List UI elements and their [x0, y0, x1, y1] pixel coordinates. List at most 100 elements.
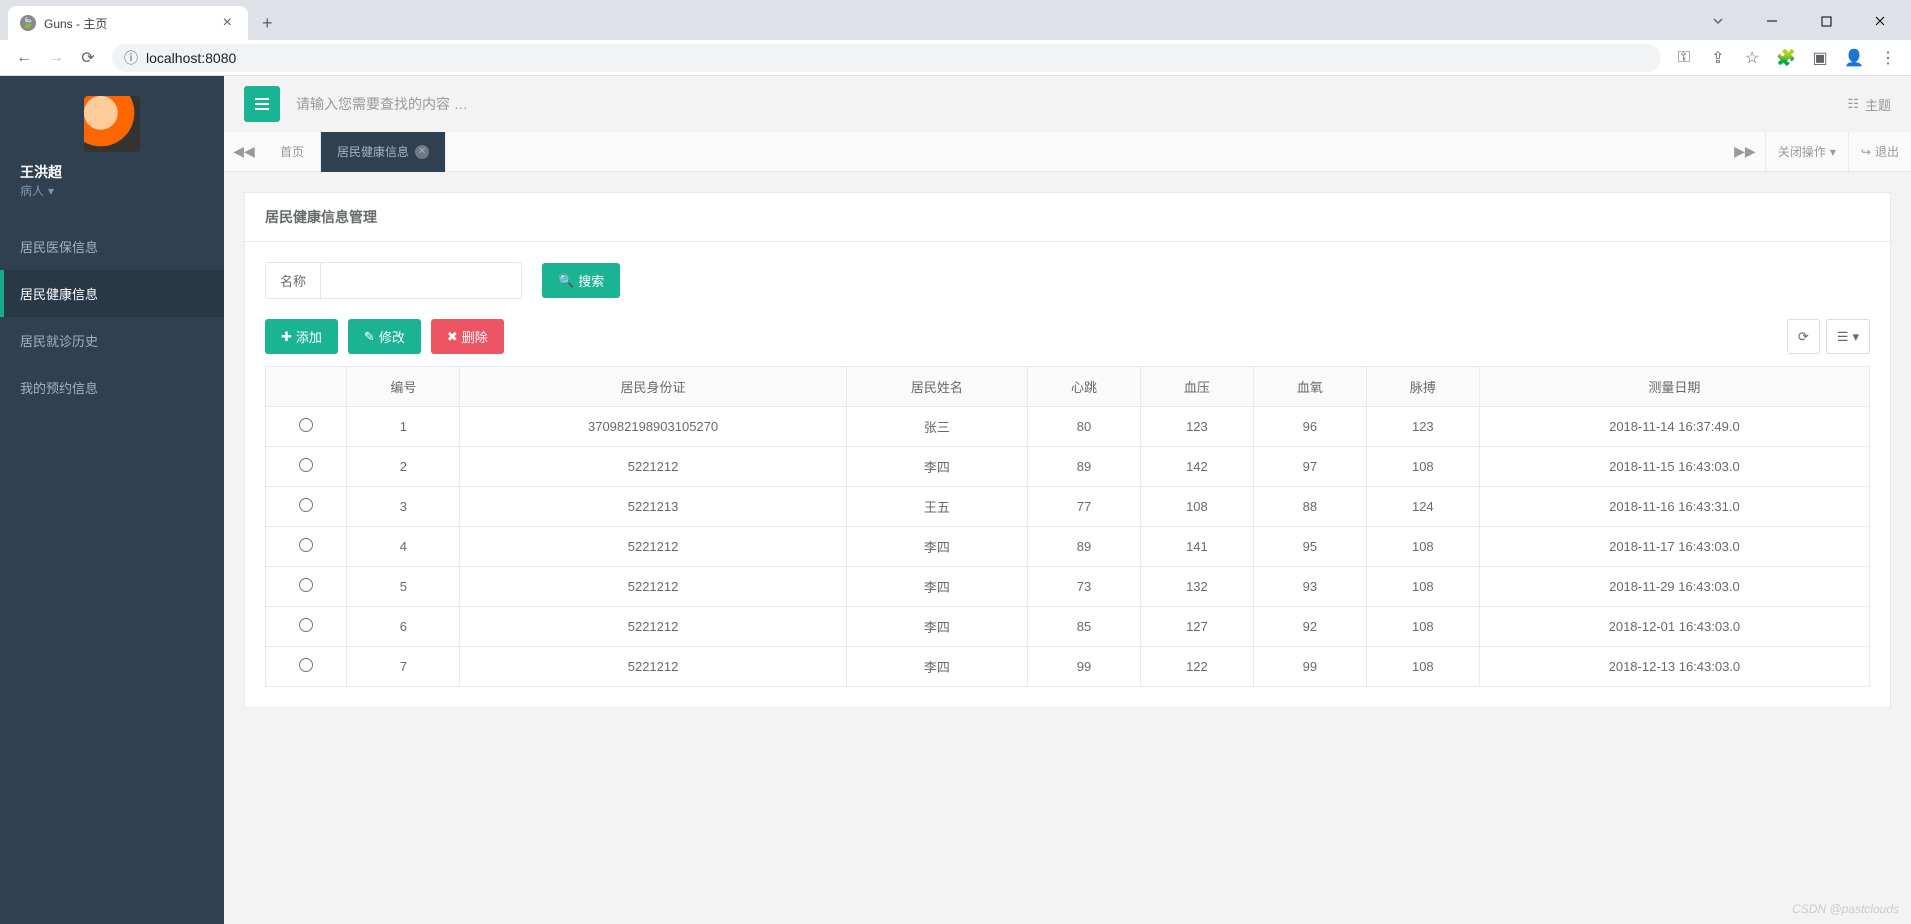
bookmark-icon[interactable]: ☆	[1737, 42, 1767, 74]
table-header-2[interactable]: 居民姓名	[846, 367, 1027, 407]
row-select-radio[interactable]	[299, 498, 313, 512]
window-close-button[interactable]	[1857, 6, 1903, 36]
profile-icon[interactable]: 👤	[1839, 42, 1869, 74]
window-maximize-button[interactable]	[1803, 6, 1849, 36]
cell-heart: 85	[1027, 607, 1140, 647]
table-header-4[interactable]: 血压	[1140, 367, 1253, 407]
cell-name: 张三	[846, 407, 1027, 447]
window-dropdown-icon[interactable]	[1695, 6, 1741, 36]
tab-scroll-right-icon[interactable]: ▶▶	[1725, 143, 1765, 160]
table-row[interactable]: 25221212李四89142971082018-11-15 16:43:03.…	[266, 447, 1870, 487]
back-button[interactable]: ←	[8, 42, 40, 74]
table-row[interactable]: 35221213王五77108881242018-11-16 16:43:31.…	[266, 487, 1870, 527]
cell-idcard: 5221212	[460, 447, 846, 487]
table-header-select	[266, 367, 347, 407]
content: 居民健康信息管理 名称 🔍 搜索 ✚	[224, 172, 1911, 924]
name-input-group: 名称	[265, 262, 522, 299]
role-dropdown[interactable]: 病人 ▾	[20, 182, 204, 199]
table-row[interactable]: 1370982198903105270张三80123961232018-11-1…	[266, 407, 1870, 447]
table-header-0[interactable]: 编号	[347, 367, 460, 407]
sidebar-item-2[interactable]: 居民就诊历史	[0, 317, 224, 364]
cell-idcard: 370982198903105270	[460, 407, 846, 447]
extensions-icon[interactable]: 🧩	[1771, 42, 1801, 74]
chevron-down-icon: ▾	[1830, 145, 1836, 159]
cell-spo2: 96	[1253, 407, 1366, 447]
topbar: 请输入您需要查找的内容 … ☷ 主题	[224, 76, 1911, 132]
reading-list-icon[interactable]: ▣	[1805, 42, 1835, 74]
cell-idcard: 5221212	[460, 607, 846, 647]
new-tab-button[interactable]: +	[248, 6, 287, 40]
sidebar-item-1[interactable]: 居民健康信息	[0, 270, 224, 317]
table-header-3[interactable]: 心跳	[1027, 367, 1140, 407]
row-select-radio[interactable]	[299, 618, 313, 632]
row-select-cell	[266, 567, 347, 607]
table-header-7[interactable]: 测量日期	[1479, 367, 1869, 407]
forward-button[interactable]: →	[40, 42, 72, 74]
menu-icon[interactable]: ⋮	[1873, 42, 1903, 74]
sidebar-item-0[interactable]: 居民医保信息	[0, 223, 224, 270]
name-input[interactable]	[321, 265, 521, 296]
cell-date: 2018-11-17 16:43:03.0	[1479, 527, 1869, 567]
cell-bp: 123	[1140, 407, 1253, 447]
theme-button[interactable]: ☷ 主题	[1847, 95, 1891, 114]
sidebar-item-3[interactable]: 我的预约信息	[0, 364, 224, 411]
password-icon[interactable]: ⚿	[1669, 42, 1699, 74]
toggle-sidebar-button[interactable]	[244, 86, 280, 122]
cell-name: 王五	[846, 487, 1027, 527]
tab-scroll-left-icon[interactable]: ◀◀	[224, 143, 264, 160]
cell-date: 2018-12-13 16:43:03.0	[1479, 647, 1869, 687]
table-header-5[interactable]: 血氧	[1253, 367, 1366, 407]
cell-pulse: 108	[1366, 567, 1479, 607]
delete-button[interactable]: ✖ 删除	[431, 319, 504, 354]
tab-close-icon[interactable]: ✕	[415, 145, 429, 159]
share-icon[interactable]: ⇪	[1703, 42, 1733, 74]
search-icon: 🔍	[558, 273, 574, 289]
url-field[interactable]: ⓘ localhost:8080	[112, 44, 1661, 72]
browser-tab[interactable]: 🍃 Guns - 主页 ×	[8, 6, 248, 40]
row-select-cell	[266, 647, 347, 687]
columns-dropdown-button[interactable]: ☰ ▾	[1826, 319, 1870, 354]
row-select-cell	[266, 607, 347, 647]
chevron-down-icon: ▾	[1852, 329, 1859, 345]
table-row[interactable]: 45221212李四89141951082018-11-17 16:43:03.…	[266, 527, 1870, 567]
theme-icon: ☷	[1847, 96, 1859, 112]
refresh-table-button[interactable]: ⟳	[1787, 319, 1820, 354]
cell-name: 李四	[846, 647, 1027, 687]
tab-health-label: 居民健康信息	[337, 143, 409, 160]
window-minimize-button[interactable]	[1749, 6, 1795, 36]
site-info-icon[interactable]: ⓘ	[124, 48, 138, 68]
search-row: 名称 🔍 搜索	[265, 262, 1870, 299]
table-header-1[interactable]: 居民身份证	[460, 367, 846, 407]
table-header-row: 编号居民身份证居民姓名心跳血压血氧脉搏测量日期	[266, 367, 1870, 407]
table-header-6[interactable]: 脉搏	[1366, 367, 1479, 407]
cell-heart: 80	[1027, 407, 1140, 447]
reload-button[interactable]: ⟳	[72, 42, 104, 74]
search-button[interactable]: 🔍 搜索	[542, 263, 620, 298]
global-search-input[interactable]: 请输入您需要查找的内容 …	[296, 94, 1831, 114]
row-select-radio[interactable]	[299, 458, 313, 472]
table-row[interactable]: 75221212李四99122991082018-12-13 16:43:03.…	[266, 647, 1870, 687]
table-row[interactable]: 65221212李四85127921082018-12-01 16:43:03.…	[266, 607, 1870, 647]
edit-button[interactable]: ✎ 修改	[348, 319, 421, 354]
row-select-radio[interactable]	[299, 538, 313, 552]
row-select-radio[interactable]	[299, 418, 313, 432]
cell-name: 李四	[846, 447, 1027, 487]
cell-spo2: 95	[1253, 527, 1366, 567]
logout-button[interactable]: ↪ 退出	[1848, 132, 1911, 172]
address-bar: ← → ⟳ ⓘ localhost:8080 ⚿ ⇪ ☆ 🧩 ▣ 👤 ⋮	[0, 40, 1911, 76]
cell-bp: 127	[1140, 607, 1253, 647]
close-operations-dropdown[interactable]: 关闭操作 ▾	[1765, 132, 1848, 172]
row-select-cell	[266, 447, 347, 487]
tab-health-info[interactable]: 居民健康信息 ✕	[321, 132, 446, 172]
cell-pulse: 108	[1366, 527, 1479, 567]
add-button[interactable]: ✚ 添加	[265, 319, 338, 354]
row-select-radio[interactable]	[299, 578, 313, 592]
tab-close-icon[interactable]: ×	[219, 14, 236, 32]
close-ops-label: 关闭操作	[1778, 143, 1826, 160]
cell-idcard: 5221212	[460, 647, 846, 687]
cell-heart: 99	[1027, 647, 1140, 687]
row-select-radio[interactable]	[299, 658, 313, 672]
tab-home[interactable]: 首页	[264, 132, 321, 172]
cell-heart: 89	[1027, 447, 1140, 487]
table-row[interactable]: 55221212李四73132931082018-11-29 16:43:03.…	[266, 567, 1870, 607]
